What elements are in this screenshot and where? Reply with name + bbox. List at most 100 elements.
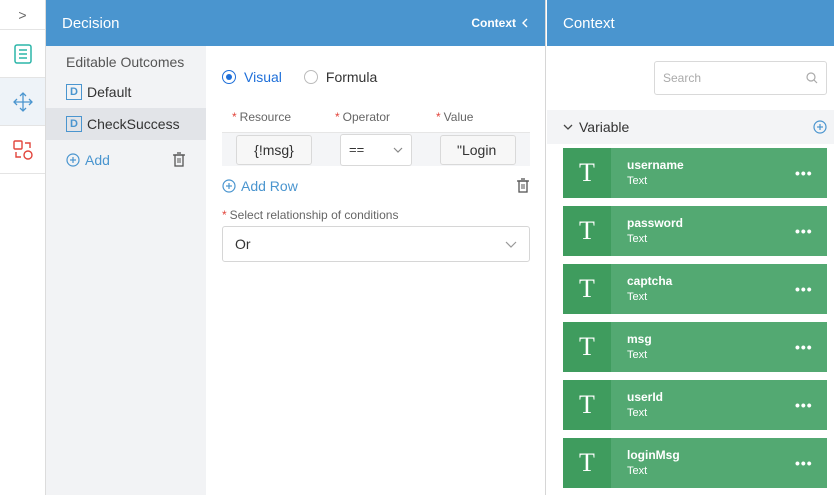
context-header: Context [547, 0, 834, 46]
chevron-left-icon [522, 18, 528, 28]
more-options-icon[interactable]: ••• [795, 339, 827, 355]
variable-name: msg [627, 332, 652, 346]
plus-circle-icon [66, 153, 80, 167]
radio-unchecked-icon [303, 70, 318, 84]
variable-section-label: Variable [579, 119, 630, 135]
variable-text: captcha Text [611, 273, 795, 305]
flow-switch-icon [12, 139, 33, 160]
decision-badge-icon: D [66, 84, 82, 100]
radio-visual-label: Visual [244, 69, 282, 85]
variable-section-title: Variable [563, 119, 629, 135]
condition-column-headers: * Resource * Operator * Value [222, 108, 530, 126]
variable-text: loginMsg Text [611, 447, 795, 479]
more-options-icon[interactable]: ••• [795, 281, 827, 297]
decision-badge-icon: D [66, 116, 82, 132]
variable-name: username [627, 158, 684, 172]
variable-section-header[interactable]: Variable [547, 110, 834, 144]
search-area: Search [547, 46, 834, 110]
outcomes-list: Editable Outcomes D Default D CheckSucce… [46, 46, 206, 495]
context-link-label: Context [471, 16, 516, 30]
left-rail: > [0, 0, 46, 495]
relationship-label: * Select relationship of conditions [222, 208, 530, 222]
outcome-item-checksuccess[interactable]: D CheckSuccess [46, 108, 206, 140]
relationship-select[interactable]: Or [222, 226, 530, 262]
variable-name: captcha [627, 274, 673, 288]
more-options-icon[interactable]: ••• [795, 455, 827, 471]
plus-circle-icon[interactable] [813, 120, 827, 134]
search-icon [806, 72, 818, 84]
variable-type: Text [627, 291, 648, 303]
add-row-bar: Add Row [222, 166, 530, 206]
decision-panel: Decision Context Editable Outcomes D Def… [46, 0, 546, 495]
variable-list: T username Text ••• T password Text ••• … [547, 144, 834, 488]
rail-item-flow[interactable] [0, 126, 45, 174]
outcome-label: CheckSuccess [87, 116, 180, 132]
variable-name: password [627, 216, 684, 230]
chevron-down-icon [563, 124, 573, 130]
outcome-label: Default [87, 84, 132, 100]
variable-card[interactable]: T msg Text ••• [563, 322, 827, 372]
column-operator-label: Operator [342, 110, 391, 124]
more-options-icon[interactable]: ••• [795, 223, 827, 239]
variable-type: Text [627, 349, 648, 361]
more-options-icon[interactable]: ••• [795, 397, 827, 413]
variable-card[interactable]: T captcha Text ••• [563, 264, 827, 314]
variable-card[interactable]: T loginMsg Text ••• [563, 438, 827, 488]
text-type-icon: T [563, 322, 611, 372]
add-outcome-button[interactable]: Add [66, 152, 110, 168]
add-outcome-label: Add [85, 152, 110, 168]
text-type-icon: T [563, 264, 611, 314]
radio-checked-icon [222, 70, 236, 84]
column-value-label: Value [443, 110, 474, 124]
outcomes-header: Editable Outcomes [66, 54, 185, 70]
add-row-button[interactable]: Add Row [222, 178, 298, 194]
outcome-item-default[interactable]: D Default [46, 76, 206, 108]
chevron-down-icon [505, 241, 517, 248]
variable-card[interactable]: T password Text ••• [563, 206, 827, 256]
chevron-right-icon: > [18, 6, 27, 23]
variable-text: username Text [611, 157, 795, 189]
operator-value: == [349, 142, 365, 157]
trash-icon[interactable] [516, 178, 530, 194]
radio-formula-label: Formula [325, 69, 378, 85]
rail-item-outline[interactable] [0, 30, 45, 78]
more-options-icon[interactable]: ••• [795, 165, 827, 181]
column-resource-label: Resource [239, 110, 292, 124]
context-title: Context [563, 14, 615, 32]
variable-type: Text [627, 407, 648, 419]
text-type-icon: T [563, 380, 611, 430]
search-input[interactable]: Search [654, 61, 827, 95]
radio-visual[interactable]: Visual [222, 69, 282, 85]
required-mark: * [222, 208, 227, 222]
variable-card[interactable]: T username Text ••• [563, 148, 827, 198]
add-row-label: Add Row [241, 178, 298, 194]
condition-editor: Visual Formula * Resource * Operator * Valu… [206, 46, 546, 495]
expand-toggle[interactable]: > [0, 0, 45, 30]
operator-select[interactable]: == [340, 133, 412, 166]
variable-text: password Text [611, 215, 795, 247]
variable-type: Text [627, 465, 648, 477]
variable-text: userId Text [611, 389, 795, 421]
rail-item-move[interactable] [0, 78, 45, 126]
text-type-icon: T [563, 438, 611, 488]
resource-input[interactable]: {!msg} [236, 134, 312, 165]
context-toggle-link[interactable]: Context [471, 16, 529, 30]
variable-name: loginMsg [627, 448, 680, 462]
relationship-label-text: Select relationship of conditions [229, 208, 399, 222]
mode-radio-group: Visual Formula [222, 46, 530, 108]
value-input[interactable]: "Login [440, 134, 516, 165]
variable-type: Text [627, 175, 648, 187]
decision-header: Decision Context [46, 0, 545, 46]
required-mark: * [436, 110, 441, 124]
chevron-down-icon [393, 147, 403, 153]
list-doc-icon [13, 43, 32, 64]
variable-card[interactable]: T userId Text ••• [563, 380, 827, 430]
radio-formula[interactable]: Formula [303, 69, 378, 85]
panel-title: Decision [62, 14, 120, 32]
required-mark: * [335, 110, 340, 124]
outcome-actions: Add [46, 140, 206, 174]
required-mark: * [232, 110, 237, 124]
trash-icon[interactable] [172, 152, 186, 168]
context-panel: Context Search Variable T username Text … [547, 0, 834, 495]
variable-text: msg Text [611, 331, 795, 363]
